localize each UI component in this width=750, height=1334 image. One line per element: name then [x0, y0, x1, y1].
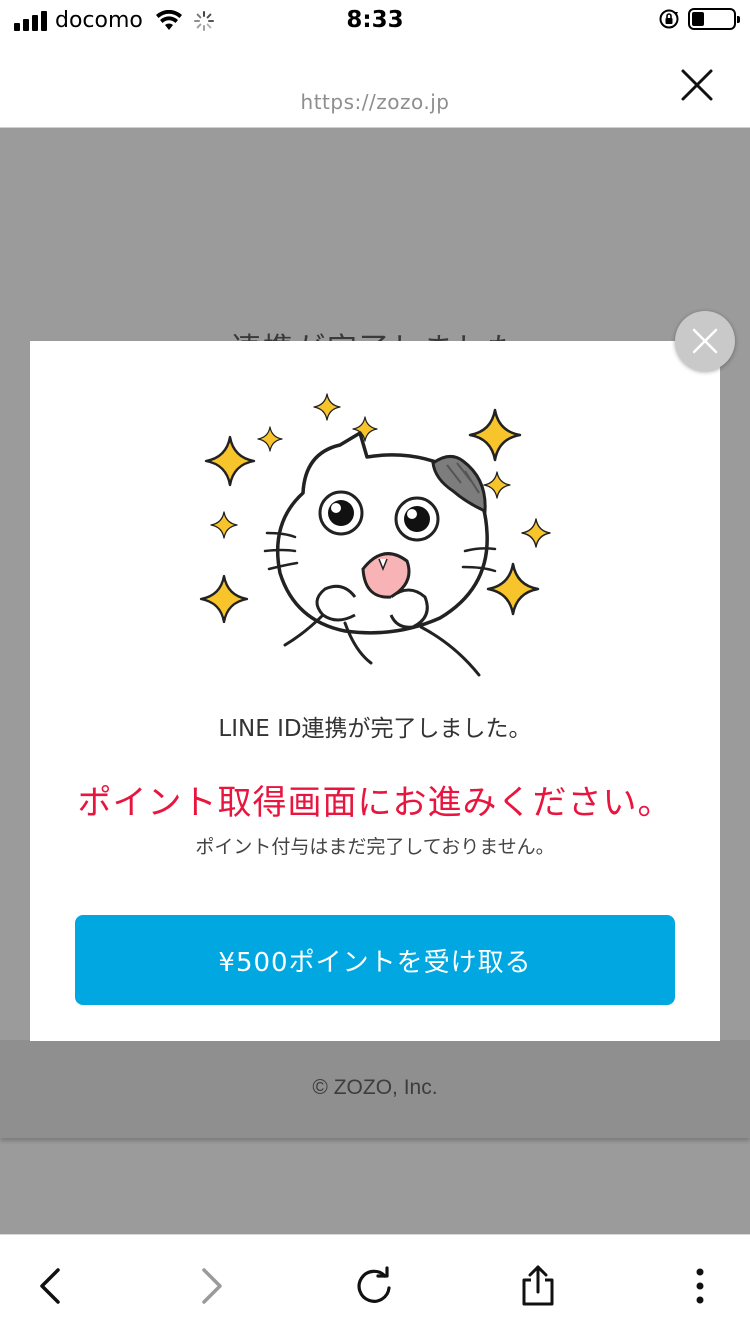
proceed-instruction: ポイント取得画面にお進みください。 [77, 783, 673, 823]
background-footer: © ZOZO, Inc. [0, 1040, 750, 1138]
forward-button[interactable] [186, 1261, 236, 1311]
copyright-text: © ZOZO, Inc. [312, 1076, 438, 1099]
points-not-granted-note: ポイント付与はまだ完了しておりません。 [195, 836, 555, 858]
modal-close-button[interactable] [675, 311, 735, 371]
status-bar: docomo 8:33 [0, 0, 750, 44]
share-button[interactable] [513, 1261, 563, 1311]
battery-icon [688, 8, 740, 30]
link-complete-message: LINE ID連携が完了しました。 [218, 716, 532, 742]
close-browser-icon[interactable] [680, 68, 714, 102]
link-complete-modal: LINE ID連携が完了しました。 ポイント取得画面にお進みください。 ポイント… [30, 341, 720, 1041]
back-icon [40, 1268, 60, 1304]
sparkling-cat-illustration [199, 393, 551, 677]
reload-icon [357, 1266, 391, 1303]
rotation-lock-icon [659, 9, 679, 29]
more-icon [696, 1268, 704, 1304]
reload-button[interactable] [350, 1261, 400, 1311]
url-bar: https://zozo.jp [0, 44, 750, 128]
receive-points-button[interactable]: ¥500ポイントを受け取る [75, 915, 675, 1005]
more-button[interactable] [675, 1261, 725, 1311]
close-icon [692, 328, 718, 354]
url-text: https://zozo.jp [300, 90, 450, 114]
clock: 8:33 [346, 7, 404, 33]
status-right [658, 8, 740, 30]
browser-toolbar [0, 1234, 750, 1334]
back-button[interactable] [26, 1261, 76, 1311]
forward-icon [202, 1268, 222, 1304]
share-icon [522, 1265, 554, 1306]
